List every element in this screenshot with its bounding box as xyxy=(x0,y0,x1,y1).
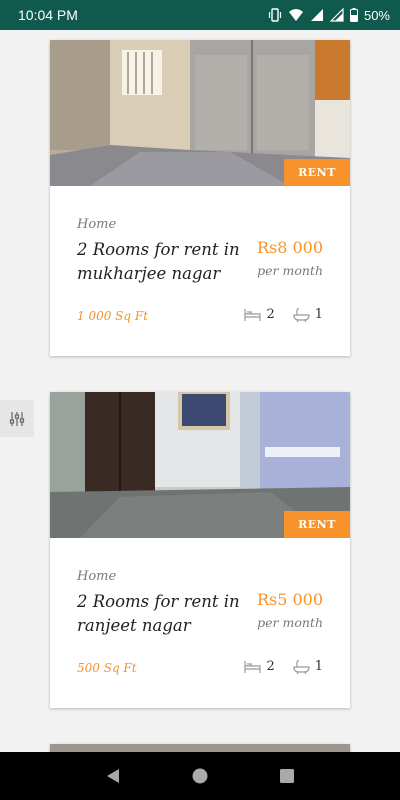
bedroom-count: 2 xyxy=(266,307,275,322)
listing-card[interactable]: RENT Home 2 Rooms for rent in mukharjee … xyxy=(50,40,350,356)
navigation-bar xyxy=(0,752,400,800)
filter-sliders-icon xyxy=(9,411,25,426)
rent-badge: RENT xyxy=(284,159,350,186)
bedrooms: 2 xyxy=(244,659,275,674)
signal-icon xyxy=(310,9,323,21)
amenities: 2 1 xyxy=(244,307,323,322)
status-icons: 50% xyxy=(268,8,390,23)
signal-icon xyxy=(329,8,344,22)
recents-icon xyxy=(279,769,294,783)
filter-button[interactable] xyxy=(0,400,34,437)
bathroom-count: 1 xyxy=(314,307,323,322)
bathrooms: 1 xyxy=(293,307,323,322)
vibrate-icon xyxy=(268,8,282,22)
listing-category: Home xyxy=(77,217,117,232)
bathroom-count: 1 xyxy=(314,659,323,674)
back-button[interactable] xyxy=(93,756,133,796)
back-icon xyxy=(107,769,120,783)
listing-title[interactable]: 2 Rooms for rent in mukharjee nagar xyxy=(77,238,247,286)
status-time: 10:04 PM xyxy=(18,7,78,23)
wifi-icon xyxy=(288,9,303,21)
bathtub-icon xyxy=(293,659,310,674)
home-button[interactable] xyxy=(180,756,220,796)
listing-photo[interactable] xyxy=(50,744,350,752)
home-icon xyxy=(192,768,208,784)
listing-card[interactable]: RENT Home 2 Rooms for rent in ranjeet na… xyxy=(50,392,350,708)
recents-button[interactable] xyxy=(267,756,307,796)
listing-price: Rs8 000 xyxy=(256,238,323,257)
bathrooms: 1 xyxy=(293,659,323,674)
bed-icon xyxy=(244,660,262,673)
battery-percent: 50% xyxy=(363,7,390,23)
rent-badge: RENT xyxy=(284,511,350,538)
amenities: 2 1 xyxy=(244,659,323,674)
price-period: per month xyxy=(257,263,323,278)
listing-price: Rs5 000 xyxy=(256,590,323,609)
bedrooms: 2 xyxy=(244,307,275,322)
listing-title[interactable]: 2 Rooms for rent in ranjeet nagar xyxy=(77,590,247,638)
listing-category: Home xyxy=(77,569,117,584)
listing-area: 500 Sq Ft xyxy=(77,661,137,675)
listing-photo[interactable]: RENT xyxy=(50,392,350,538)
bed-icon xyxy=(244,308,262,321)
bedroom-count: 2 xyxy=(266,659,275,674)
battery-icon xyxy=(349,8,358,22)
listing-photo[interactable]: RENT xyxy=(50,40,350,186)
status-bar: 10:04 PM 50% xyxy=(0,0,400,30)
listing-area: 1 000 Sq Ft xyxy=(77,309,149,323)
price-period: per month xyxy=(257,615,323,630)
bathtub-icon xyxy=(293,307,310,322)
